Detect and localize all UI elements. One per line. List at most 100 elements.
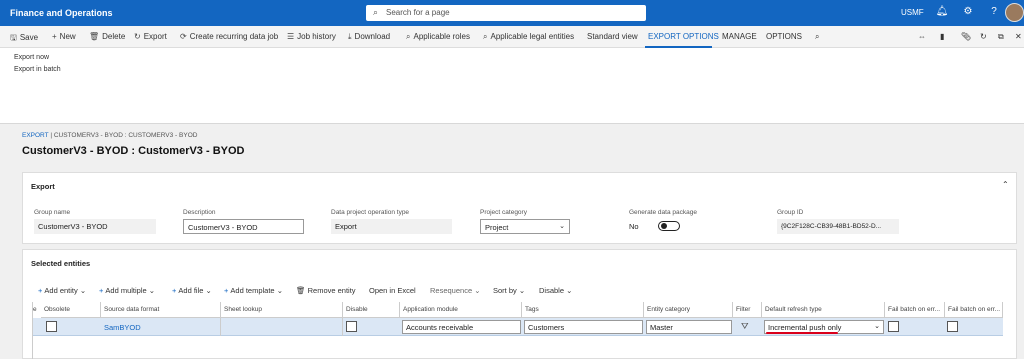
entities-grid: Obsolete Source data format Sheet lookup… bbox=[33, 302, 1003, 336]
delete-button[interactable]: 🗑 Delete bbox=[89, 32, 125, 41]
column-header-sheet-lookup[interactable]: Sheet lookup bbox=[221, 302, 343, 318]
export-button[interactable]: ↻ Export bbox=[134, 32, 167, 41]
applicable-legal-label: Applicable legal entities bbox=[490, 32, 575, 41]
column-header-source-format[interactable]: Source data format bbox=[101, 302, 221, 318]
export-now-menu-item[interactable]: Export now bbox=[14, 54, 49, 61]
search-roles-icon: ⌕ bbox=[406, 32, 411, 41]
project-category-select[interactable]: Project ⌄ bbox=[480, 219, 570, 234]
source-format-link[interactable]: SamBYOD bbox=[104, 323, 141, 332]
open-in-excel-button[interactable]: Open in Excel bbox=[369, 286, 416, 295]
resequence-button[interactable]: Resequence ⌄ bbox=[430, 286, 481, 295]
disable-label: Disable bbox=[539, 286, 565, 295]
create-recurring-label: Create recurring data job bbox=[189, 32, 279, 41]
save-button[interactable]: 🖫 Save bbox=[10, 32, 38, 46]
job-history-button[interactable]: ☰ Job history bbox=[287, 32, 336, 41]
fail-batch-checkbox-1[interactable] bbox=[888, 321, 899, 332]
sort-by-button[interactable]: Sort by ⌄ bbox=[493, 286, 525, 295]
chevron-down-icon: ⌄ bbox=[205, 286, 212, 295]
sheet-lookup-cell[interactable] bbox=[221, 318, 343, 336]
column-header-obsolete[interactable]: Obsolete bbox=[41, 302, 101, 318]
export-label: Export bbox=[143, 32, 167, 41]
remove-entity-button[interactable]: 🗑 Remove entity bbox=[296, 286, 356, 295]
breadcrumb-link[interactable]: EXPORT bbox=[22, 132, 49, 139]
standard-view-label: Standard view bbox=[587, 32, 638, 41]
resequence-label: Resequence bbox=[430, 286, 473, 295]
attachments-icon[interactable]: 📎︎ bbox=[961, 32, 971, 41]
refresh-page-icon[interactable]: ↻ bbox=[980, 32, 987, 41]
project-category-value: Project bbox=[485, 223, 509, 232]
help-icon[interactable]: ? bbox=[987, 6, 1001, 17]
page-search-box[interactable]: ⌕ Search for a page bbox=[366, 5, 646, 21]
new-button[interactable]: + New bbox=[52, 32, 76, 41]
list-icon: ☰ bbox=[287, 32, 295, 41]
tab-export-options[interactable]: EXPORT OPTIONS bbox=[648, 32, 719, 41]
plus-icon: + bbox=[38, 286, 43, 295]
disable-checkbox[interactable] bbox=[346, 321, 357, 332]
description-field[interactable]: CustomerV3 - BYOD bbox=[183, 219, 304, 234]
open-new-window-icon[interactable]: ⧉ bbox=[998, 32, 1004, 42]
action-search-icon[interactable]: ⌕ bbox=[815, 32, 819, 42]
source-format-cell[interactable]: SamBYOD bbox=[101, 318, 221, 336]
column-header-application-module[interactable]: Application module bbox=[400, 302, 522, 318]
column-header-fail-batch-2[interactable]: Fail batch on err... bbox=[945, 302, 1003, 318]
project-category-label: Project category bbox=[480, 209, 527, 216]
entity-category-field[interactable]: Master bbox=[646, 320, 732, 334]
download-button[interactable]: ⤓ Download bbox=[348, 32, 390, 42]
collapse-chevron-icon[interactable]: ⌃ bbox=[1002, 180, 1009, 189]
add-template-button[interactable]: + Add template ⌄ bbox=[224, 286, 283, 295]
applicable-roles-button[interactable]: ⌕ Applicable roles bbox=[406, 32, 470, 42]
company-picker[interactable]: USMF bbox=[901, 8, 924, 17]
download-icon: ⤓ bbox=[348, 32, 352, 41]
column-header-refresh-type[interactable]: Default refresh type bbox=[762, 302, 885, 318]
column-header-tags[interactable]: Tags bbox=[522, 302, 644, 318]
gear-icon[interactable]: ⚙ bbox=[961, 6, 975, 17]
applicable-legal-entities-button[interactable]: ⌕ Applicable legal entities bbox=[483, 32, 574, 42]
recurring-icon: ⟳ bbox=[180, 32, 187, 41]
link-icon[interactable]: ⇔ bbox=[918, 32, 926, 41]
tab-options[interactable]: OPTIONS bbox=[766, 32, 802, 41]
application-module-field[interactable]: Accounts receivable bbox=[402, 320, 521, 334]
standard-view-button[interactable]: Standard view bbox=[587, 32, 638, 41]
row-selector-column bbox=[22, 302, 33, 359]
export-section-header[interactable]: Export bbox=[31, 182, 55, 191]
bell-icon[interactable]: 🔔︎ bbox=[935, 6, 949, 17]
column-header-disable[interactable]: Disable bbox=[343, 302, 400, 318]
chevron-down-icon: ⌄ bbox=[874, 323, 880, 330]
save-label: Save bbox=[19, 33, 39, 42]
user-avatar[interactable] bbox=[1005, 3, 1024, 22]
column-header-entity-category[interactable]: Entity category bbox=[644, 302, 733, 318]
create-recurring-data-job-button[interactable]: ⟳ Create recurring data job bbox=[180, 32, 278, 41]
add-file-label: Add file bbox=[178, 286, 204, 295]
office-icon[interactable]: ▮ bbox=[940, 32, 944, 41]
group-name-field[interactable]: CustomerV3 - BYOD bbox=[34, 219, 156, 234]
fail-batch-checkbox-2[interactable] bbox=[947, 321, 958, 332]
save-icon: 🖫 bbox=[10, 33, 17, 42]
tab-manage[interactable]: MANAGE bbox=[722, 32, 757, 41]
close-icon[interactable]: ✕ bbox=[1015, 32, 1022, 41]
refresh-type-value: Incremental push only bbox=[768, 323, 842, 332]
column-header-fail-batch-1[interactable]: Fail batch on err... bbox=[885, 302, 945, 318]
selected-entities-header[interactable]: Selected entities bbox=[31, 259, 90, 268]
generate-package-toggle[interactable] bbox=[658, 221, 680, 231]
obsolete-checkbox[interactable] bbox=[46, 321, 57, 332]
add-entity-button[interactable]: + Add entity ⌄ bbox=[38, 286, 86, 295]
disable-button[interactable]: Disable ⌄ bbox=[539, 286, 572, 295]
app-title[interactable]: Finance and Operations bbox=[10, 8, 113, 18]
search-entities-icon: ⌕ bbox=[483, 32, 488, 41]
tags-field[interactable]: Customers bbox=[524, 320, 643, 334]
operation-type-field: Export bbox=[331, 219, 452, 234]
add-multiple-button[interactable]: + Add multiple ⌄ bbox=[99, 286, 155, 295]
filter-icon[interactable]: ⛛ bbox=[741, 321, 749, 332]
add-file-button[interactable]: + Add file ⌄ bbox=[172, 286, 212, 295]
column-header-filter[interactable]: Filter bbox=[733, 302, 762, 318]
chevron-down-icon: ⌄ bbox=[79, 286, 87, 295]
manage-label: MANAGE bbox=[722, 32, 757, 41]
red-underline-annotation bbox=[766, 332, 838, 334]
generate-package-label: Generate data package bbox=[629, 209, 697, 216]
chevron-down-icon: ⌄ bbox=[276, 286, 283, 295]
description-label: Description bbox=[183, 209, 216, 216]
search-icon: ⌕ bbox=[373, 7, 379, 17]
chevron-down-icon: ⌄ bbox=[148, 286, 156, 295]
search-placeholder: Search for a page bbox=[386, 8, 450, 17]
export-in-batch-menu-item[interactable]: Export in batch bbox=[14, 66, 61, 73]
